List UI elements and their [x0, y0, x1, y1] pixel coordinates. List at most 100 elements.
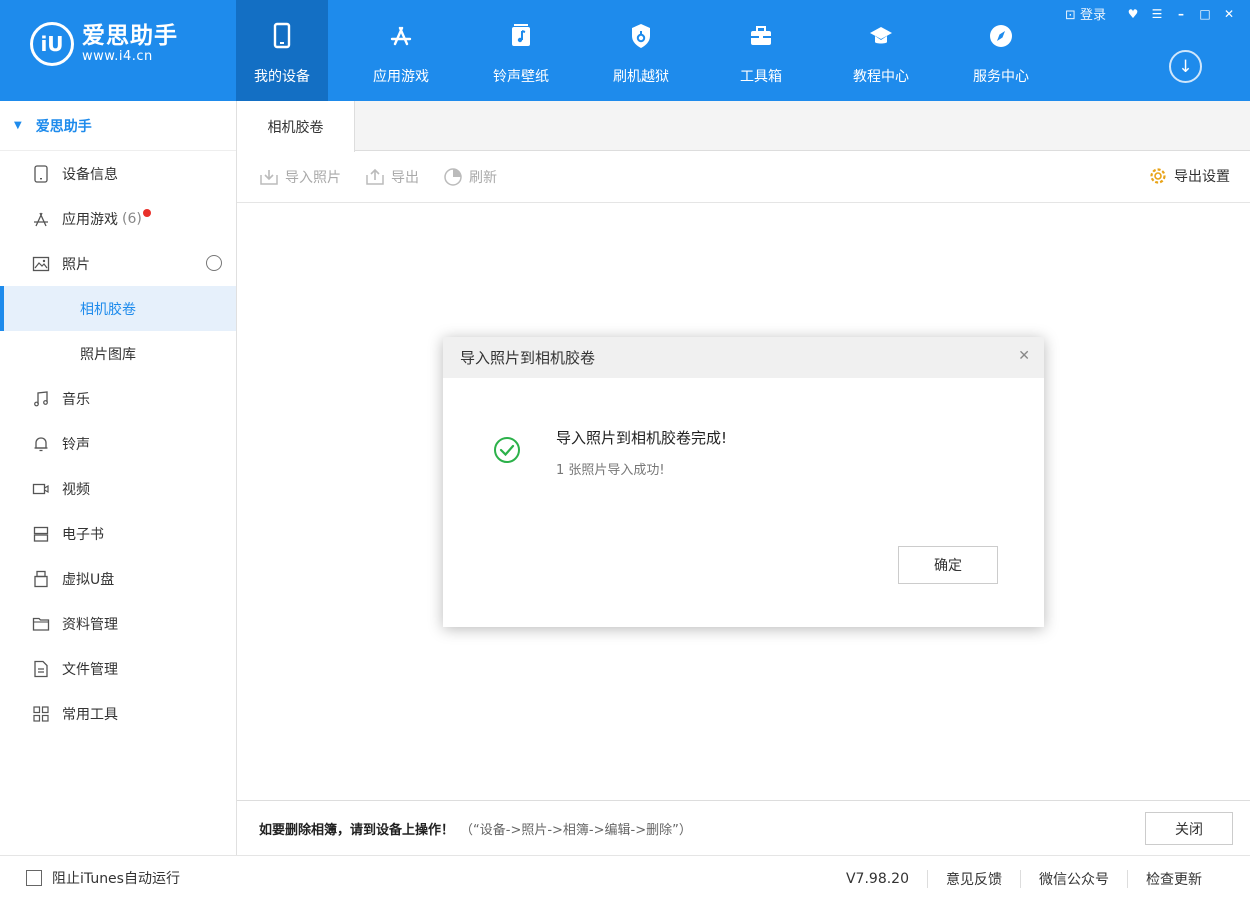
sidebar-item-device-info[interactable]: 设备信息 — [0, 151, 236, 196]
refresh-label: 刷新 — [469, 169, 497, 186]
sidebar-item-ebooks[interactable]: 电子书 — [0, 511, 236, 556]
sidebar-header-label: 爱思助手 — [35, 118, 92, 135]
block-itunes-checkbox[interactable] — [26, 870, 42, 886]
sidebar-item-label: 虚拟U盘 — [62, 571, 115, 588]
sidebar-item-ringtones[interactable]: 铃声 — [0, 421, 236, 466]
nav-tab-label: 工具箱 — [740, 69, 782, 85]
nav-tab-label: 应用游戏 — [373, 69, 429, 85]
top-navigation-bar: iU 爱思助手 www.i4.cn 我的设备 应用游戏 铃声壁纸 刷机越狱 工具… — [0, 0, 1250, 101]
window-controls: ⊡ 登录 ♥ ☰ – □ ✕ — [1065, 4, 1238, 24]
sidebar-item-label: 文件管理 — [62, 661, 118, 678]
dialog-title: 导入照片到相机胶卷 — [460, 349, 596, 367]
export-button[interactable]: 导出 — [365, 167, 419, 187]
music-note-icon — [512, 24, 530, 46]
sidebar-item-video[interactable]: 视频 — [0, 466, 236, 511]
dialog-header: 导入照片到相机胶卷 ✕ — [443, 337, 1044, 378]
sidebar-header[interactable]: ▼ 爱思助手 — [0, 101, 236, 151]
folder-icon — [32, 617, 50, 631]
sidebar-item-data-management[interactable]: 资料管理 — [0, 601, 236, 646]
dialog-close-icon[interactable]: ✕ — [1018, 348, 1030, 364]
dialog-message: 导入照片到相机胶卷完成! — [556, 429, 728, 447]
logo-mark: iU — [30, 22, 74, 66]
success-check-icon — [494, 437, 520, 463]
nav-tab-label: 铃声壁纸 — [493, 69, 549, 85]
app-logo[interactable]: iU 爱思助手 www.i4.cn — [30, 22, 178, 66]
block-itunes-label[interactable]: 阻止iTunes自动运行 — [52, 868, 180, 888]
nav-tab-service[interactable]: 服务中心 — [955, 0, 1047, 101]
delete-album-hint: （“设备->照片->相簿->编辑->删除”） — [460, 822, 692, 838]
sidebar-item-apps[interactable]: 应用游戏 (6) — [0, 196, 236, 241]
app-count: (6) — [122, 210, 142, 227]
nav-tab-ringtones[interactable]: 铃声壁纸 — [475, 0, 567, 101]
caret-down-icon: ▼ — [14, 120, 22, 131]
import-complete-dialog: 导入照片到相机胶卷 ✕ 导入照片到相机胶卷完成! 1 张照片导入成功! 确定 — [443, 337, 1044, 627]
close-button[interactable]: 关闭 — [1145, 812, 1233, 845]
sidebar-item-camera-roll[interactable]: 相机胶卷 — [0, 286, 236, 331]
tab-camera-roll[interactable]: 相机胶卷 — [237, 101, 355, 152]
nav-tab-tutorials[interactable]: 教程中心 — [835, 0, 927, 101]
sidebar-item-photo-library[interactable]: 照片图库 — [0, 331, 236, 376]
import-icon — [260, 169, 278, 185]
sidebar-item-label: 常用工具 — [62, 706, 118, 723]
album-notice-bar: 如要删除相簿，请到设备上操作！ （“设备->照片->相簿->编辑->删除”） 关… — [237, 800, 1250, 855]
export-settings-button[interactable]: 导出设置 — [1148, 166, 1230, 186]
confirm-button[interactable]: 确定 — [898, 546, 998, 584]
app-store-icon — [34, 212, 48, 226]
nav-tab-apps[interactable]: 应用游戏 — [355, 0, 447, 101]
sidebar-item-label: 设备信息 — [62, 166, 118, 183]
sidebar-item-label: 相机胶卷 — [80, 301, 136, 318]
shield-icon — [632, 24, 650, 48]
refresh-button[interactable]: 刷新 — [443, 167, 497, 187]
skin-icon[interactable]: ♥ — [1124, 7, 1142, 21]
nav-tab-label: 服务中心 — [973, 69, 1029, 85]
nav-tab-flash-jailbreak[interactable]: 刷机越狱 — [595, 0, 687, 101]
video-icon — [32, 483, 49, 494]
maximize-icon[interactable]: □ — [1196, 7, 1214, 21]
compass-icon — [990, 25, 1012, 47]
import-photos-button[interactable]: 导入照片 — [259, 167, 341, 187]
sidebar-item-photos[interactable]: 照片 — [0, 241, 236, 286]
sidebar-item-file-management[interactable]: 文件管理 — [0, 646, 236, 691]
login-link[interactable]: ⊡ 登录 — [1065, 4, 1106, 23]
tab-strip: 相机胶卷 — [237, 101, 1250, 152]
nav-tab-my-device[interactable]: 我的设备 — [236, 0, 328, 101]
sidebar-item-label: 音乐 — [62, 391, 90, 408]
sidebar-item-label: 应用游戏 — [62, 211, 118, 228]
image-icon — [32, 256, 50, 271]
delete-album-warning: 如要删除相簿，请到设备上操作！ — [259, 822, 455, 838]
menu-icon[interactable]: ☰ — [1148, 7, 1166, 21]
sidebar-item-common-tools[interactable]: 常用工具 — [0, 691, 236, 736]
export-label: 导出 — [391, 169, 419, 186]
phone-icon — [273, 22, 291, 49]
minimize-icon[interactable]: – — [1172, 7, 1190, 21]
sidebar-item-label: 视频 — [62, 481, 90, 498]
logo-title: 爱思助手 — [82, 23, 178, 49]
sidebar-item-music[interactable]: 音乐 — [0, 376, 236, 421]
sidebar-item-virtual-usb[interactable]: 虚拟U盘 — [0, 556, 236, 601]
sidebar-item-label: 电子书 — [62, 526, 104, 543]
gear-icon — [1150, 168, 1166, 184]
nav-tab-label: 我的设备 — [254, 69, 310, 85]
file-icon — [34, 660, 48, 677]
ebook-icon — [33, 526, 49, 542]
loading-spinner-icon — [206, 255, 222, 271]
check-update-link[interactable]: 检查更新 — [1128, 869, 1220, 889]
toolbox-icon — [751, 26, 771, 45]
music-icon — [34, 390, 48, 406]
wechat-link[interactable]: 微信公众号 — [1021, 869, 1127, 889]
export-icon — [366, 168, 384, 185]
login-label: 登录 — [1079, 8, 1106, 23]
close-icon[interactable]: ✕ — [1220, 7, 1238, 21]
usb-drive-icon — [34, 570, 48, 587]
dialog-detail: 1 张照片导入成功! — [556, 463, 665, 478]
device-icon — [34, 164, 48, 183]
sidebar-item-label: 照片图库 — [80, 346, 136, 363]
logo-url: www.i4.cn — [82, 49, 153, 64]
nav-tab-toolbox[interactable]: 工具箱 — [715, 0, 807, 101]
sidebar-item-label: 资料管理 — [62, 616, 118, 633]
download-icon[interactable]: ↓ — [1169, 50, 1202, 83]
sidebar: ▼ 爱思助手 设备信息 应用游戏 (6) 照片 相机胶卷 照片图库 音乐 铃声 … — [0, 101, 237, 855]
feedback-link[interactable]: 意见反馈 — [928, 869, 1020, 889]
export-settings-label: 导出设置 — [1174, 169, 1230, 185]
bell-icon — [34, 436, 48, 451]
